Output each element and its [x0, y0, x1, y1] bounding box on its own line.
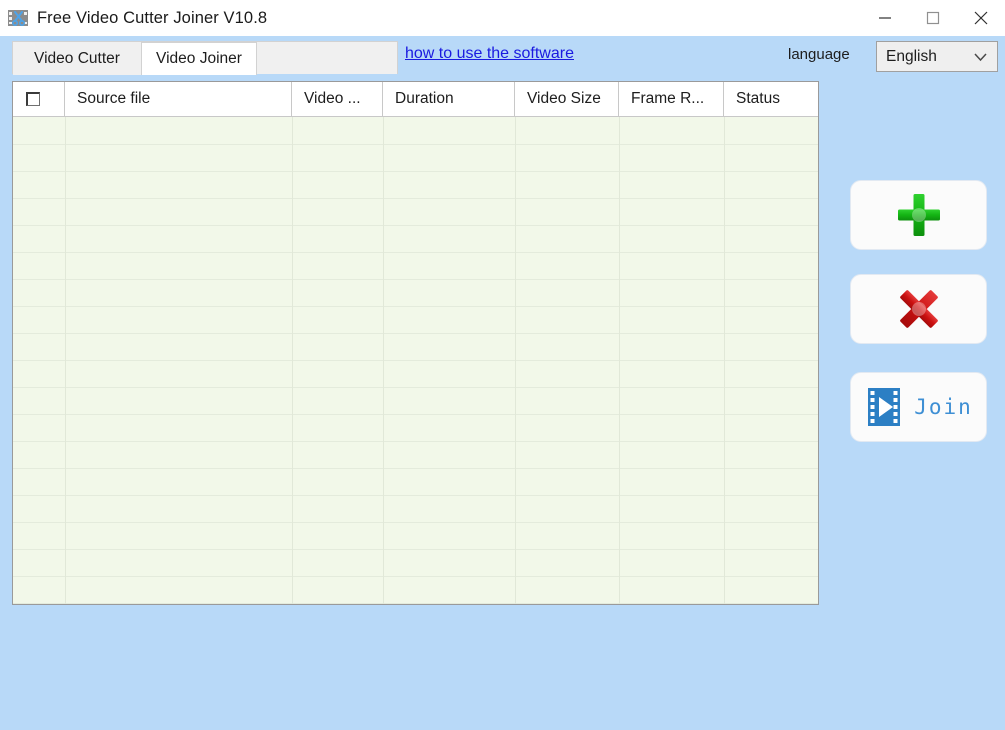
table-row-separator — [13, 549, 818, 550]
table-header-row: Source file Video ... Duration Video Size Fr… — [13, 82, 818, 117]
tab-video-joiner-label: Video Joiner — [156, 50, 242, 67]
film-play-icon — [868, 388, 901, 426]
column-header-check[interactable] — [13, 82, 65, 116]
table-row-separator — [13, 387, 818, 388]
remove-files-button[interactable] — [850, 274, 987, 344]
table-column-separator — [515, 117, 516, 604]
tab-video-joiner[interactable]: Video Joiner — [141, 42, 257, 75]
window-title: Free Video Cutter Joiner V10.8 — [37, 8, 268, 27]
table-row-separator — [13, 198, 818, 199]
table-row-separator — [13, 441, 818, 442]
column-header-label: Source file — [77, 90, 151, 107]
column-header-label: Status — [736, 90, 780, 107]
tab-video-cutter-label: Video Cutter — [34, 49, 120, 67]
column-header-framerate[interactable]: Frame R... — [619, 82, 724, 116]
table-row-separator — [13, 225, 818, 226]
minimize-button[interactable] — [861, 0, 909, 36]
table-row-separator — [13, 306, 818, 307]
table-column-separator — [292, 117, 293, 604]
close-button[interactable] — [957, 0, 1005, 36]
column-header-label: Duration — [395, 90, 454, 107]
language-select[interactable]: English — [876, 41, 998, 72]
app-window: Free Video Cutter Joiner V10.8 Video Cut… — [0, 0, 1005, 730]
title-bar: Free Video Cutter Joiner V10.8 — [0, 0, 1005, 36]
table-row-separator — [13, 360, 818, 361]
file-list-table: Source file Video ... Duration Video Size Fr… — [12, 81, 819, 605]
table-row-separator — [13, 333, 818, 334]
column-header-duration[interactable]: Duration — [383, 82, 515, 116]
column-header-label: Video Size — [527, 90, 601, 107]
table-row-separator — [13, 252, 818, 253]
table-row-separator — [13, 522, 818, 523]
column-header-label: Video ... — [304, 90, 361, 107]
language-selected-value: English — [886, 47, 937, 65]
tab-strip: Video Cutter Video Joiner — [12, 41, 398, 75]
column-header-source[interactable]: Source file — [65, 82, 292, 116]
table-row-separator — [13, 144, 818, 145]
column-header-label: Frame R... — [631, 90, 705, 107]
add-files-button[interactable] — [850, 180, 987, 250]
chevron-down-icon — [974, 52, 987, 61]
maximize-button[interactable] — [909, 0, 957, 36]
tab-video-cutter[interactable]: Video Cutter — [13, 42, 141, 75]
table-column-separator — [619, 117, 620, 604]
maximize-icon — [926, 11, 940, 25]
how-to-use-link[interactable]: how to use the software — [405, 45, 574, 63]
table-row-separator — [13, 468, 818, 469]
join-button-label: Join — [914, 395, 973, 419]
table-row-separator — [13, 576, 818, 577]
join-button[interactable]: Join — [850, 372, 987, 442]
table-body[interactable] — [13, 117, 818, 604]
table-column-separator — [65, 117, 66, 604]
table-column-separator — [383, 117, 384, 604]
column-header-video[interactable]: Video ... — [292, 82, 383, 116]
plus-icon — [897, 194, 940, 236]
select-all-checkbox[interactable] — [26, 92, 40, 106]
table-row-separator — [13, 414, 818, 415]
table-row-separator — [13, 603, 818, 604]
cross-icon — [899, 290, 938, 328]
minimize-icon — [879, 17, 891, 19]
film-scissors-icon — [7, 7, 29, 29]
table-row-separator — [13, 171, 818, 172]
language-label: language — [788, 46, 850, 63]
table-row-separator — [13, 279, 818, 280]
window-controls — [861, 0, 1005, 36]
table-column-separator — [724, 117, 725, 604]
close-icon — [974, 11, 988, 25]
table-row-separator — [13, 495, 818, 496]
column-header-status[interactable]: Status — [724, 82, 818, 116]
column-header-videosize[interactable]: Video Size — [515, 82, 619, 116]
